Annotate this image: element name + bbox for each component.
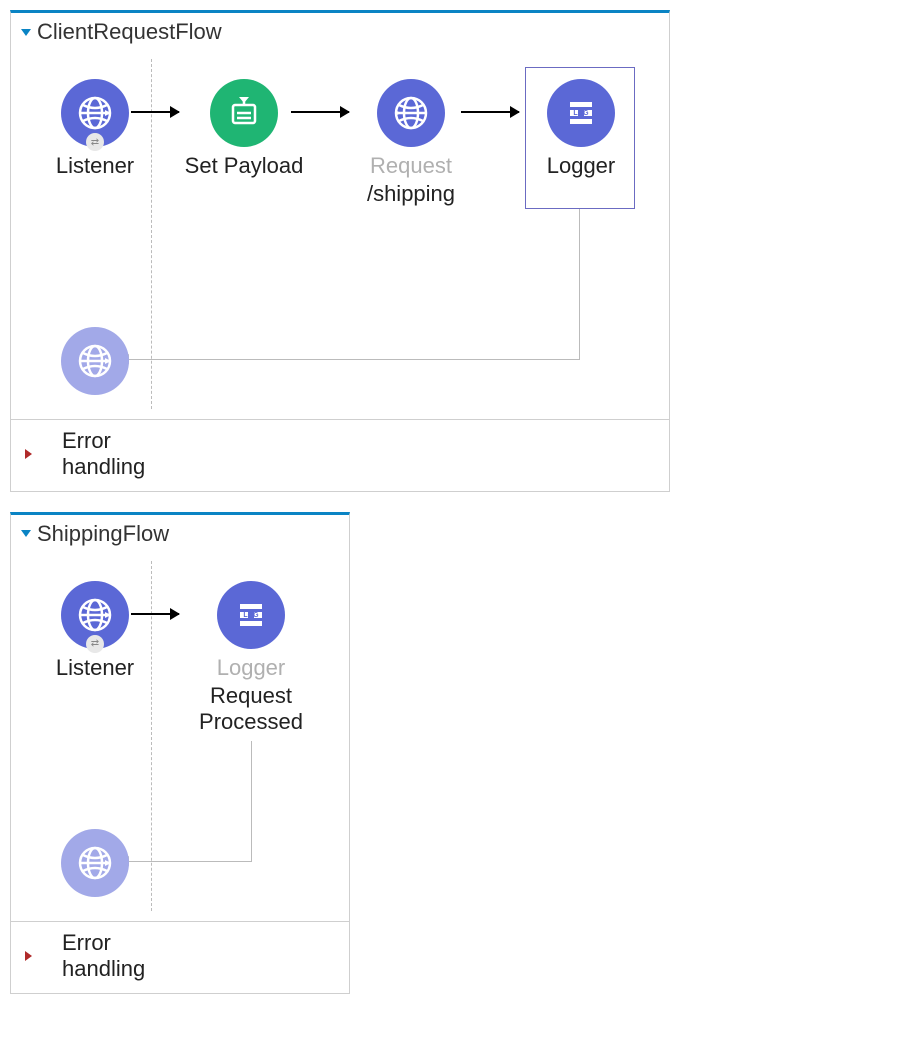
flow-header[interactable]: ClientRequestFlow bbox=[11, 13, 669, 49]
svg-text:LOG: LOG bbox=[573, 110, 589, 117]
chevron-down-icon[interactable] bbox=[21, 530, 31, 537]
error-label: Error handling bbox=[62, 930, 145, 983]
flow-panel-shipping: ShippingFlow ⇄ Listener LOG Logger Reque… bbox=[10, 512, 350, 994]
globe-icon: ⇄ bbox=[61, 581, 129, 649]
globe-icon bbox=[377, 79, 445, 147]
chevron-right-icon[interactable] bbox=[25, 951, 32, 961]
return-connector bbox=[251, 741, 252, 861]
node-label: Listener bbox=[45, 153, 145, 179]
arrow bbox=[131, 613, 179, 615]
return-connector bbox=[129, 359, 580, 360]
arrow bbox=[131, 111, 179, 113]
flow-title: ShippingFlow bbox=[37, 521, 169, 547]
arrow bbox=[461, 111, 519, 113]
flow-title: ClientRequestFlow bbox=[37, 19, 222, 45]
flow-canvas: ⇄ Listener Set Payload Request /shipping bbox=[11, 49, 669, 419]
node-sublabel: Request Processed bbox=[181, 683, 321, 735]
set-payload-icon bbox=[210, 79, 278, 147]
chevron-right-icon[interactable] bbox=[25, 449, 32, 459]
error-section[interactable]: Error handling bbox=[11, 419, 669, 491]
node-sublabel: /shipping bbox=[351, 181, 471, 207]
return-connector bbox=[579, 209, 580, 359]
node-response[interactable] bbox=[45, 829, 145, 897]
log-icon: LOG bbox=[217, 581, 285, 649]
exchange-badge-icon: ⇄ bbox=[86, 133, 104, 151]
globe-icon bbox=[61, 829, 129, 897]
node-logger[interactable]: LOG Logger bbox=[531, 79, 631, 179]
node-label: Logger bbox=[181, 655, 321, 681]
flow-header[interactable]: ShippingFlow bbox=[11, 515, 349, 551]
svg-text:LOG: LOG bbox=[243, 612, 259, 619]
arrow bbox=[291, 111, 349, 113]
globe-icon: ⇄ bbox=[61, 79, 129, 147]
error-section[interactable]: Error handling bbox=[11, 921, 349, 993]
return-connector bbox=[129, 861, 252, 862]
node-listener[interactable]: ⇄ Listener bbox=[45, 581, 145, 681]
node-set-payload[interactable]: Set Payload bbox=[179, 79, 309, 179]
globe-icon bbox=[61, 327, 129, 395]
log-icon: LOG bbox=[547, 79, 615, 147]
node-response[interactable] bbox=[45, 327, 145, 395]
flow-canvas: ⇄ Listener LOG Logger Request Processed bbox=[11, 551, 349, 921]
node-label: Logger bbox=[531, 153, 631, 179]
node-listener[interactable]: ⇄ Listener bbox=[45, 79, 145, 179]
error-label: Error handling bbox=[62, 428, 145, 481]
node-label: Request bbox=[351, 153, 471, 179]
node-label: Listener bbox=[45, 655, 145, 681]
node-logger[interactable]: LOG Logger Request Processed bbox=[181, 581, 321, 735]
node-label: Set Payload bbox=[179, 153, 309, 179]
flow-panel-client-request: ClientRequestFlow ⇄ Listener Set Payload bbox=[10, 10, 670, 492]
chevron-down-icon[interactable] bbox=[21, 29, 31, 36]
exchange-badge-icon: ⇄ bbox=[86, 635, 104, 653]
node-request[interactable]: Request /shipping bbox=[351, 79, 471, 207]
